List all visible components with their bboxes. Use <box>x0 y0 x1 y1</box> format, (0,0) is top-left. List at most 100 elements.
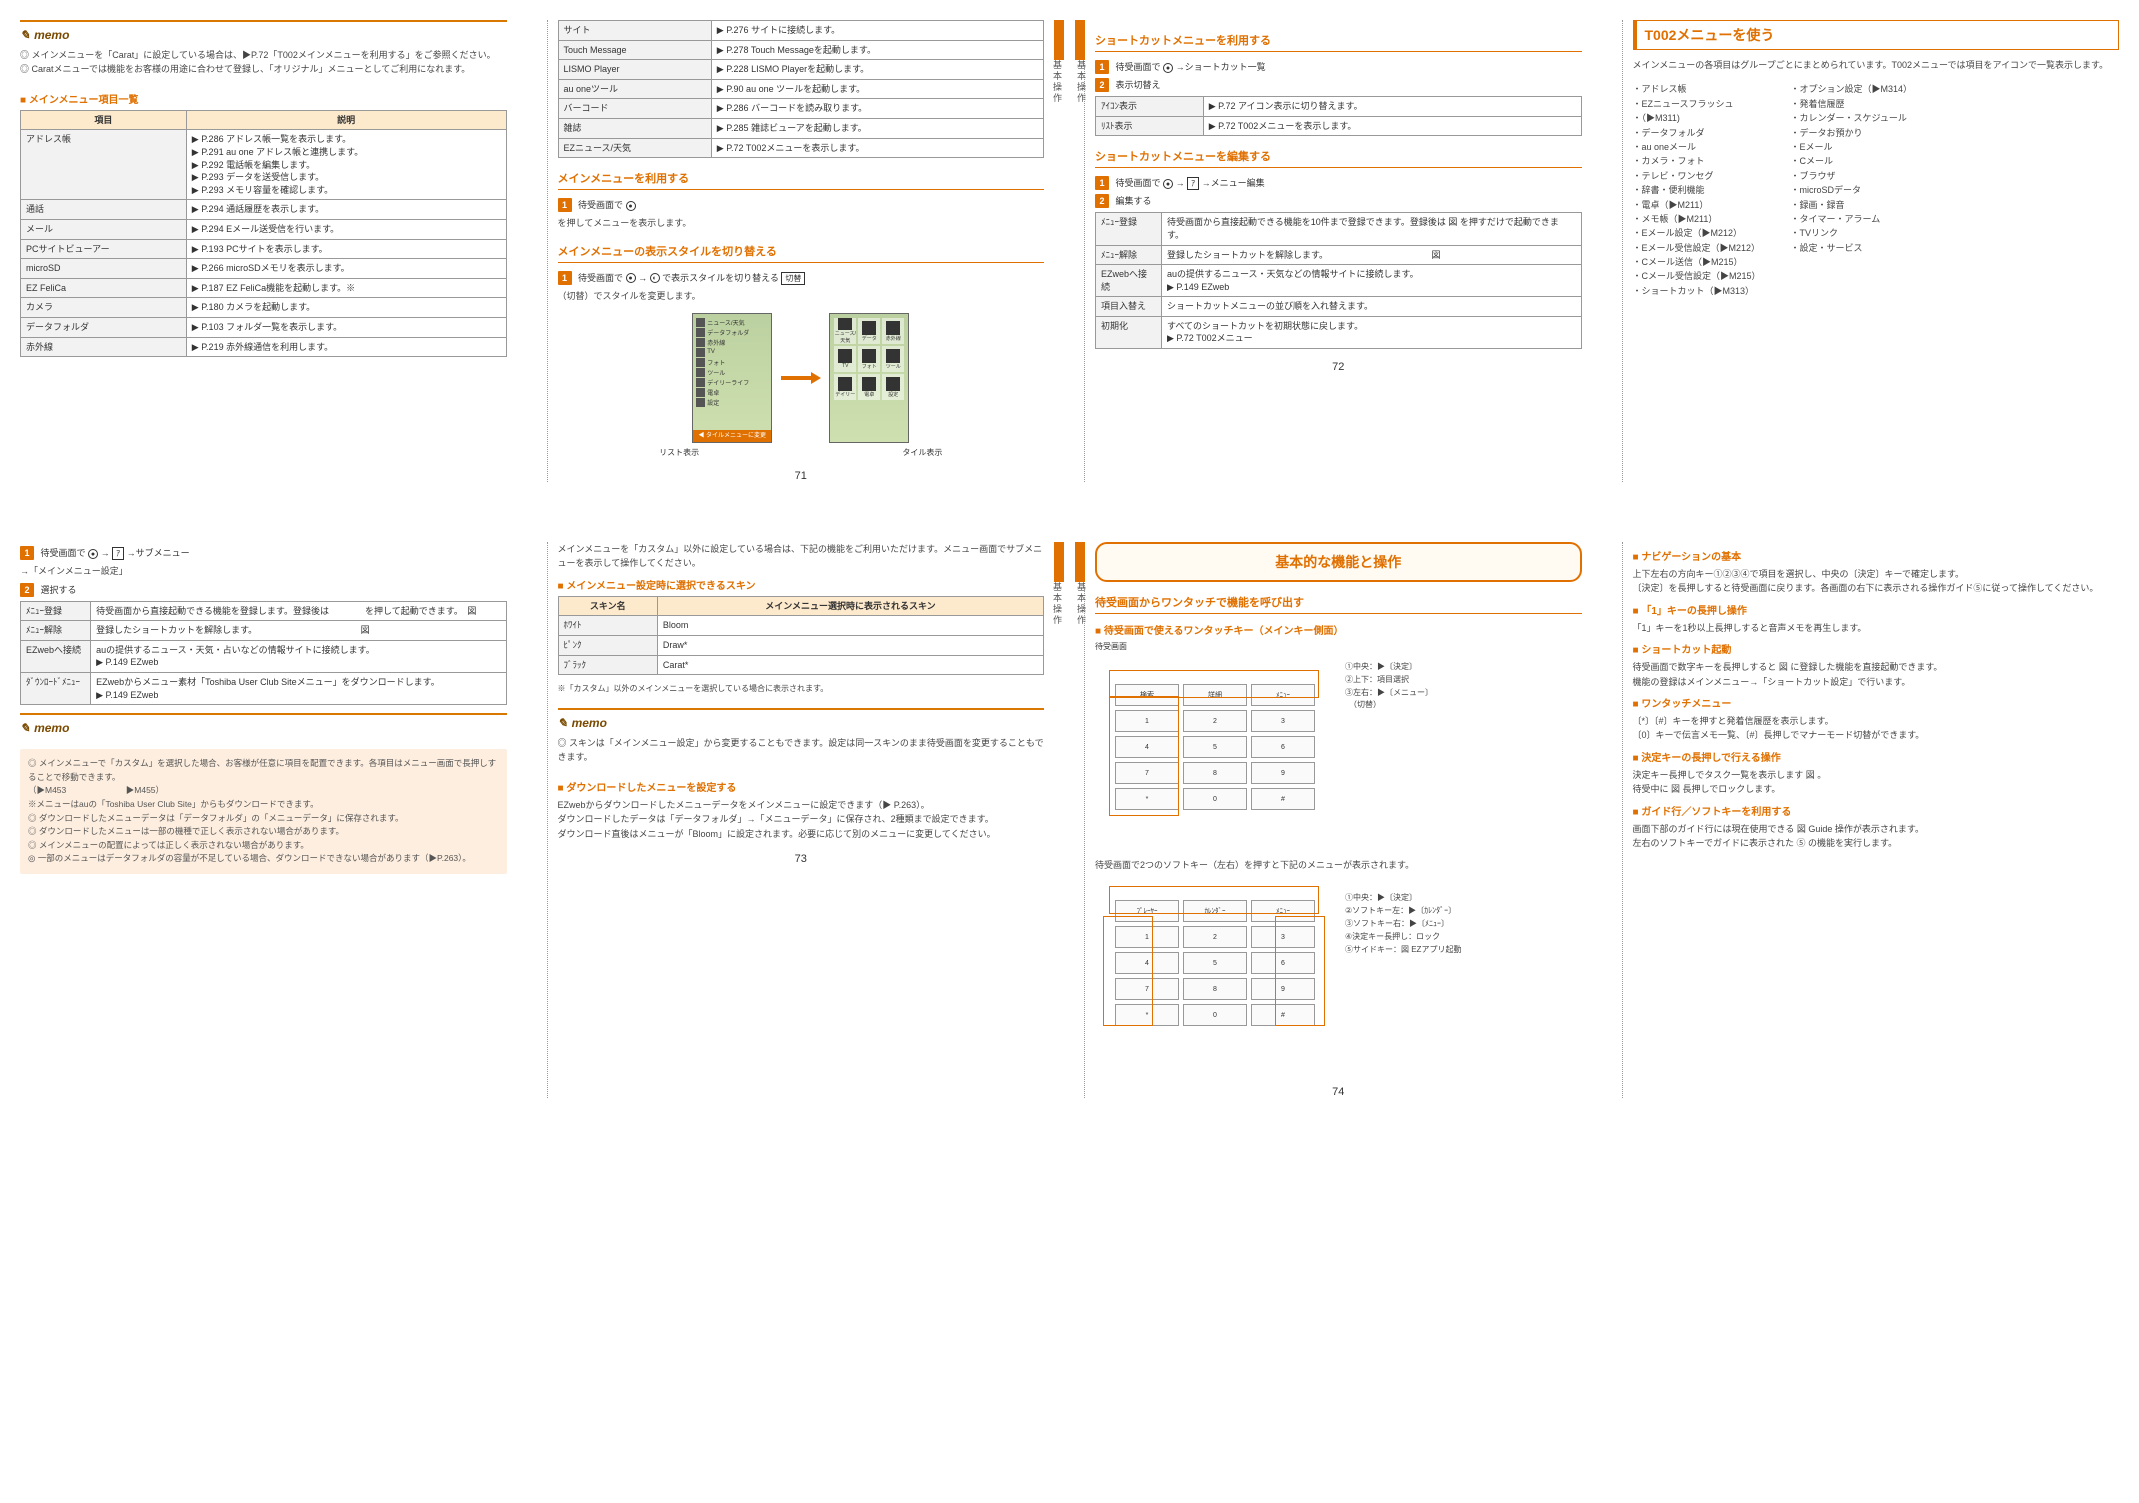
key-4: 4 <box>1115 952 1179 974</box>
page73-right: メインメニューを「カスタム」以外に設定している場合は、下記の機能をご利用いただけ… <box>547 542 1055 1098</box>
memo-label: memo <box>20 28 507 42</box>
step-number: 1 <box>20 546 34 560</box>
kp-label: 待受画面 <box>1095 641 1335 652</box>
keys-heading: 待受画面で使えるワンタッチキー（メインキー側面） <box>1095 622 1582 637</box>
t002-heading: T002メニューを使う <box>1633 20 2120 50</box>
screenshot-row: ニュース/天気 データフォルダ 赤外線 TV フォト ツール デイリーライフ 電… <box>558 313 1045 443</box>
onetouch-heading: 待受画面からワンタッチで機能を呼び出す <box>1095 594 1582 614</box>
key-6: 6 <box>1251 736 1315 758</box>
page71-left: memo ◎ メインメニューを「Carat」に設定している場合は、▶P.72「T… <box>10 20 517 482</box>
chapter-heading: 基本的な機能と操作 <box>1095 542 1582 582</box>
app-key-icon: ｱ <box>1187 177 1199 190</box>
key-ﾒﾆｭｰ: ﾒﾆｭｰ <box>1251 684 1315 706</box>
key-1: 1 <box>1115 710 1179 732</box>
thumb-tab <box>1054 542 1064 582</box>
key-*: * <box>1115 1004 1179 1026</box>
side-label: 基本操作 <box>1075 582 1088 626</box>
centerhold-hd: 決定キーの長押しで行える操作 <box>1633 749 2120 764</box>
dl-menu-heading: ダウンロードしたメニューを設定する <box>558 779 1045 794</box>
menu-item-table-cont: サイト▶ P.276 サイトに接続します。 Touch Message▶ P.2… <box>558 20 1045 158</box>
list-style-screenshot: ニュース/天気 データフォルダ 赤外線 TV フォト ツール デイリーライフ 電… <box>692 313 772 443</box>
intro-text: メインメニューを「カスタム」以外に設定している場合は、下記の機能をご利用いただけ… <box>558 542 1045 571</box>
center-key-icon: ● <box>1163 63 1173 73</box>
dpad-key-icon: ◐ <box>650 273 660 283</box>
key-3: 3 <box>1251 926 1315 948</box>
key-ﾌﾟﾚｰﾔｰ: ﾌﾟﾚｰﾔｰ <box>1115 900 1179 922</box>
key-2: 2 <box>1183 710 1247 732</box>
side-label: 基本操作 <box>1075 60 1088 104</box>
menu-item-table: 項目 説明 アドレス帳▶ P.286 アドレス帳一覧を表示します。 ▶ P.29… <box>20 110 507 357</box>
submenu-table: ﾒﾆｭｰ登録 待受画面から直接起動できる機能を登録します。登録後は を押して起動… <box>20 601 507 706</box>
heading-shortcut-use: ショートカットメニューを利用する <box>1095 32 1582 52</box>
step-number: 1 <box>558 271 572 285</box>
page74-left: 基本操作 基本的な機能と操作 待受画面からワンタッチで機能を呼び出す 待受画面で… <box>1084 542 1592 1098</box>
memo-box-73a: memo <box>20 713 507 735</box>
step-number: 1 <box>1095 60 1109 74</box>
memo-box-1: memo ◎ メインメニューを「Carat」に設定している場合は、▶P.72「T… <box>20 20 507 77</box>
app-key-icon: ｱ <box>112 547 124 560</box>
key-1: 1 <box>1115 926 1179 948</box>
dl-menu-text: EZwebからダウンロードしたメニューデータをメインメニューに設定できます（▶ … <box>558 798 1045 841</box>
key-9: 9 <box>1251 762 1315 784</box>
key-ｶﾚﾝﾀﾞｰ: ｶﾚﾝﾀﾞｰ <box>1183 900 1247 922</box>
onetouch-hd: ワンタッチメニュー <box>1633 695 2120 710</box>
center-key-icon: ● <box>626 273 636 283</box>
key-#: # <box>1251 1004 1315 1026</box>
kp-caption-1: ①中央：▶〔決定〕 ②上下：項目選択 ③左右：▶〔メニュー〕 （切替） <box>1345 661 1433 712</box>
key-詳細: 詳細 <box>1183 684 1247 706</box>
softkey-label: 切替 <box>781 272 805 285</box>
page-number: 73 <box>558 853 1045 865</box>
key-4: 4 <box>1115 736 1179 758</box>
nav-basic-hd: ナビゲーションの基本 <box>1633 548 2120 563</box>
style-switch-table: ｱｲｺﾝ表示▶ P.72 アイコン表示に切り替えます。 ﾘｽﾄ表示 ▶ P.72… <box>1095 96 1582 136</box>
key-7: 7 <box>1115 762 1179 784</box>
skin-table: スキン名 メインメニュー選択時に表示されるスキン ﾎﾜｲﾄBloom ﾋﾟﾝｸ … <box>558 596 1045 675</box>
edit-table: ﾒﾆｭｰ登録待受画面から直接起動できる機能を10件まで登録できます。登録後は 図… <box>1095 212 1582 349</box>
key-8: 8 <box>1183 762 1247 784</box>
side-label: 基本操作 <box>1051 582 1064 626</box>
thumb-tab <box>1075 542 1085 582</box>
heading-shortcut-edit: ショートカットメニューを編集する <box>1095 148 1582 168</box>
caption-tile: タイル表示 <box>902 447 942 458</box>
step-number: 2 <box>1095 78 1109 92</box>
guideline-hd: ガイド行／ソフトキーを利用する <box>1633 803 2120 818</box>
key-ﾒﾆｭｰ: ﾒﾆｭｰ <box>1251 900 1315 922</box>
key-0: 0 <box>1183 1004 1247 1026</box>
keypad-diagram-2: ﾌﾟﾚｰﾔｰｶﾚﾝﾀﾞｰﾒﾆｭｰ123456789*0# <box>1095 872 1335 1054</box>
heading-switch-style: メインメニューの表示スタイルを切り替える <box>558 243 1045 263</box>
memo-box-73b: memo ◎ スキンは「メインメニュー設定」から変更することもできます。設定は同… <box>558 708 1045 765</box>
page74-right: ナビゲーションの基本 上下左右の方向キー①②③④で項目を選択し、中央の〔決定〕キ… <box>1622 542 2130 1098</box>
center-key-icon: ● <box>88 549 98 559</box>
titlebar: ◀ タイルメニューに変更 <box>693 430 771 442</box>
step-1b: 1 待受画面で ● → ◐ で表示スタイルを切り替える 切替 <box>558 271 1045 285</box>
key-7: 7 <box>1115 978 1179 1000</box>
page-number: 71 <box>558 470 1045 482</box>
th-item: 項目 <box>21 110 187 130</box>
key-8: 8 <box>1183 978 1247 1000</box>
footnote: ※「カスタム」以外のメインメニューを選択している場合に表示されます。 <box>558 683 1045 696</box>
skin-heading: メインメニュー設定時に選択できるスキン <box>558 577 1045 592</box>
memo-label: memo <box>20 721 507 735</box>
key-*: * <box>1115 788 1179 810</box>
note-two-softkeys: 待受画面で2つのソフトキー（左右）を押すと下記のメニューが表示されます。 <box>1095 858 1582 872</box>
t002-col-right: ・オプション設定（▶M314） ・発着信履歴 ・カレンダー・スケジュール ・デー… <box>1791 82 1913 298</box>
th-desc: 説明 <box>186 110 506 130</box>
key-3: 3 <box>1251 710 1315 732</box>
memo-label: memo <box>558 716 1045 730</box>
tile-style-screenshot: ニュース/天気 データ 赤外線 TV フォト ツール デイリー 電卓 設定 <box>829 313 909 443</box>
keypad-diagram-1: 検索詳細ﾒﾆｭｰ123456789*0# <box>1095 656 1335 838</box>
center-key-icon: ● <box>1163 179 1173 189</box>
caption-list: リスト表示 <box>659 447 699 458</box>
memo-text: ◎ スキンは「メインメニュー設定」から変更することもできます。設定は同一スキンの… <box>558 736 1045 765</box>
page-number: 74 <box>1095 1086 1582 1098</box>
key1-hd: 「1」キーの長押し操作 <box>1633 602 2120 617</box>
center-key-icon: ● <box>626 201 636 211</box>
kp-caption-2: ①中央：▶〔決定〕 ②ソフトキー左：▶〔ｶﾚﾝﾀﾞｰ〕 ③ソフトキー右：▶〔ﾒﾆ… <box>1345 892 1461 956</box>
step-number: 2 <box>1095 194 1109 208</box>
key-2: 2 <box>1183 926 1247 948</box>
thumb-tab <box>1054 20 1064 60</box>
page-number: 72 <box>1095 361 1582 373</box>
page72-right: T002メニューを使う メインメニューの各項目はグループごとにまとめられています… <box>1622 20 2130 482</box>
page73-left: 1 待受画面で ● → ｱ →サブメニュー →「メインメニュー設定」 2 選択す… <box>10 542 517 1098</box>
t002-col-left: ・アドレス帳 ・EZニュースフラッシュ ・（▶M311) ・データフォルダ ・a… <box>1633 82 1761 298</box>
